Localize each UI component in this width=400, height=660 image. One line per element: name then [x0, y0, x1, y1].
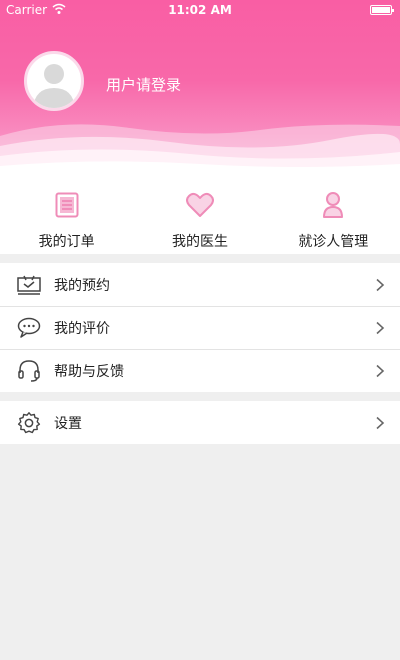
my-orders-button[interactable]: 我的订单	[0, 178, 133, 254]
order-list-icon	[52, 190, 82, 220]
menu-item-reviews[interactable]: 我的评价	[0, 306, 400, 349]
chevron-right-icon	[376, 278, 385, 291]
calendar-screen-icon	[14, 270, 44, 300]
chevron-right-icon	[376, 364, 385, 377]
my-doctors-button[interactable]: 我的医生	[133, 178, 266, 254]
quick-actions: 我的订单 我的医生 就诊人管理	[0, 178, 400, 254]
menu-item-appointments[interactable]: 我的预约	[0, 263, 400, 306]
my-orders-label: 我的订单	[38, 234, 95, 250]
menu-group-main: 我的预约 我的评价 帮助与反馈	[0, 263, 400, 392]
headset-icon	[14, 356, 44, 386]
person-icon	[318, 190, 348, 220]
menu-item-settings[interactable]: 设置	[0, 401, 400, 444]
gear-icon	[14, 408, 44, 438]
user-avatar-icon	[33, 64, 75, 108]
profile-screen: Carrier 11:02 AM 用户请登录 我的订单 我的医生 就诊人管理 我…	[0, 0, 400, 660]
menu-group-settings: 设置	[0, 401, 400, 444]
chat-bubble-icon	[14, 313, 44, 343]
profile-header: Carrier 11:02 AM 用户请登录	[0, 0, 400, 178]
chevron-right-icon	[376, 416, 385, 429]
patient-management-button[interactable]: 就诊人管理	[267, 178, 400, 254]
menu-item-label: 我的预约	[54, 277, 110, 294]
heart-icon	[185, 190, 215, 220]
status-bar: Carrier 11:02 AM	[0, 0, 400, 20]
avatar[interactable]	[24, 51, 84, 111]
status-time: 11:02 AM	[168, 3, 232, 17]
chevron-right-icon	[376, 321, 385, 334]
menu-item-label: 设置	[54, 415, 82, 432]
menu-item-label: 我的评价	[54, 320, 110, 337]
menu-item-help-feedback[interactable]: 帮助与反馈	[0, 349, 400, 392]
login-prompt[interactable]: 用户请登录	[106, 74, 181, 95]
menu-item-label: 帮助与反馈	[54, 363, 124, 380]
patient-management-label: 就诊人管理	[298, 234, 369, 250]
wave-decoration	[0, 124, 400, 178]
my-doctors-label: 我的医生	[171, 234, 228, 250]
battery-icon	[370, 5, 394, 15]
